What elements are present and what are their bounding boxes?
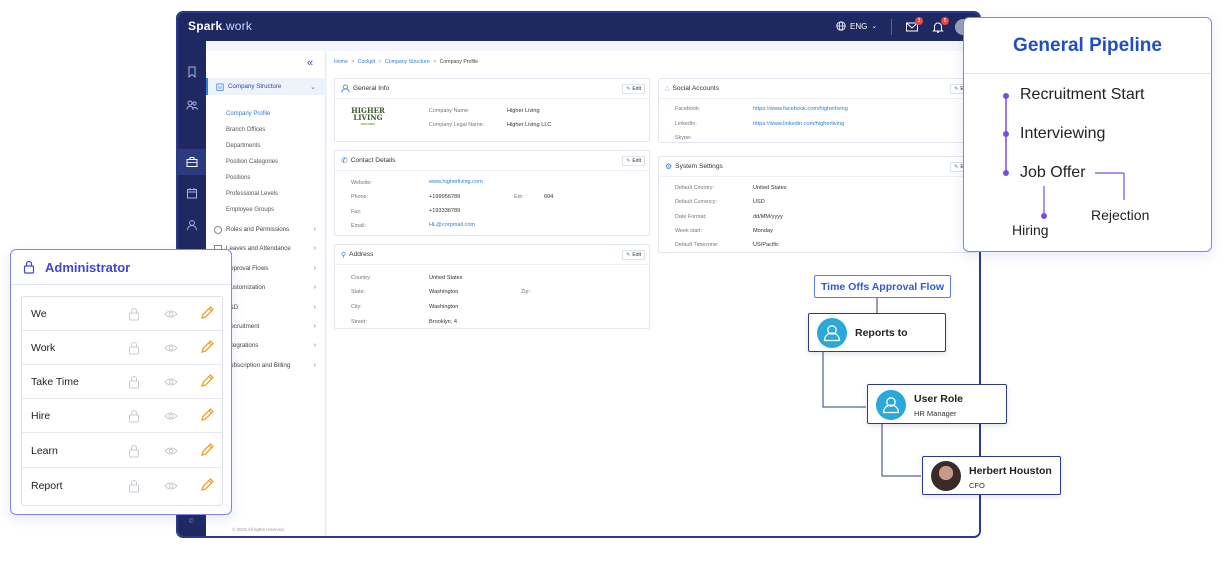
reports-to-node[interactable]: Reports to [808, 313, 946, 352]
person-photo [931, 461, 961, 491]
user-role-node[interactable]: User Role HR Manager [867, 384, 1007, 424]
person-node[interactable]: Herbert Houston CFO [922, 456, 1061, 495]
node-title: Herbert Houston [969, 465, 1052, 477]
node-subtitle: HR Manager [914, 409, 957, 418]
user-avatar-icon [876, 390, 906, 420]
node-subtitle: CFO [969, 481, 985, 490]
node-title: Reports to [855, 327, 908, 339]
node-title: User Role [914, 393, 964, 405]
time-offs-approval-flow-label[interactable]: Time Offs Approval Flow [814, 275, 951, 298]
user-avatar-icon [817, 318, 847, 348]
